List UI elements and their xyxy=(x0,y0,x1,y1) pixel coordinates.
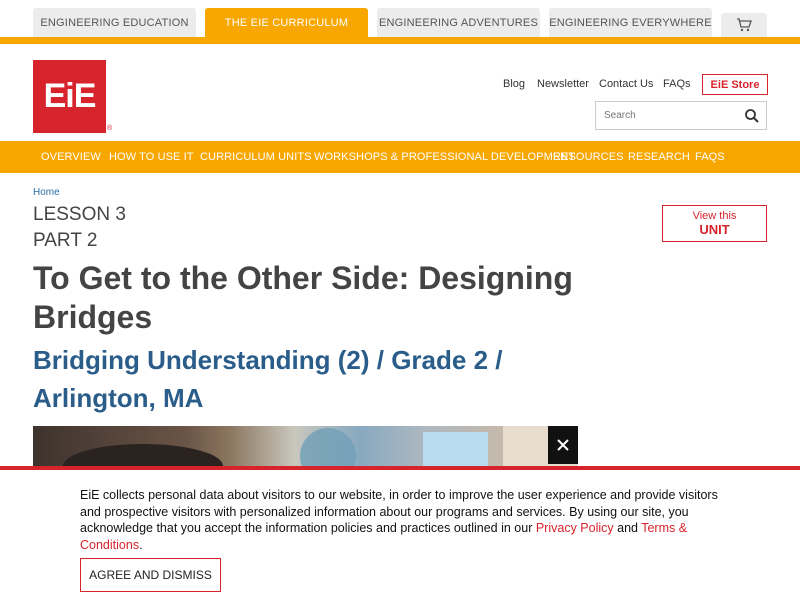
nav-how-to-use-it[interactable]: HOW TO USE IT xyxy=(109,151,194,163)
page-title: To Get to the Other Side: Designing Brid… xyxy=(33,260,573,335)
close-icon xyxy=(557,439,569,451)
nav-research[interactable]: RESEARCH xyxy=(628,151,690,163)
contact-us-link[interactable]: Contact Us xyxy=(599,78,653,90)
search-input[interactable] xyxy=(596,102,736,129)
nav-workshops[interactable]: WORKSHOPS & PROFESSIONAL DEVELOPMENT xyxy=(314,151,575,163)
cookie-period: . xyxy=(139,537,143,552)
classroom-photo xyxy=(63,426,578,470)
video-thumbnail[interactable] xyxy=(33,426,578,470)
top-accent-rule xyxy=(0,37,800,44)
logo-registered-mark: ® xyxy=(107,125,113,132)
video-close-button[interactable] xyxy=(548,426,578,464)
view-unit-line1: View this xyxy=(692,210,737,222)
view-unit-button[interactable]: View this UNIT xyxy=(662,205,767,242)
eie-store-button[interactable]: EiE Store xyxy=(702,74,768,95)
cookie-message: EiE collects personal data about visitor… xyxy=(80,487,720,553)
cookie-and: and xyxy=(613,521,642,535)
tab-engineering-everywhere[interactable]: ENGINEERING EVERYWHERE xyxy=(549,8,712,38)
part-label: PART 2 xyxy=(33,230,98,251)
nav-resources[interactable]: RESOURCES xyxy=(553,151,624,163)
top-tab-bar: ENGINEERING EDUCATION THE EIE CURRICULUM… xyxy=(0,0,800,44)
page-subtitle: Bridging Understanding (2) / Grade 2 / A… xyxy=(33,345,503,413)
tab-eie-curriculum[interactable]: THE EIE CURRICULUM xyxy=(205,8,368,38)
nav-curriculum-units[interactable]: CURRICULUM UNITS xyxy=(200,151,312,163)
view-unit-line2: UNIT xyxy=(699,222,730,237)
privacy-policy-link[interactable]: Privacy Policy xyxy=(536,521,614,535)
lesson-label: LESSON 3 xyxy=(33,204,126,225)
blog-link[interactable]: Blog xyxy=(503,78,525,90)
nav-faqs[interactable]: FAQS xyxy=(695,151,725,163)
cart-icon xyxy=(737,18,752,32)
search-icon[interactable] xyxy=(744,108,760,124)
eie-logo[interactable]: EiE xyxy=(33,60,106,133)
nav-overview[interactable]: OVERVIEW xyxy=(41,151,101,163)
cookie-banner: EiE collects personal data about visitor… xyxy=(0,466,800,600)
main-nav: OVERVIEW HOW TO USE IT CURRICULUM UNITS … xyxy=(0,141,800,173)
newsletter-link[interactable]: Newsletter xyxy=(537,78,589,90)
faqs-link[interactable]: FAQs xyxy=(663,78,691,90)
tab-engineering-adventures[interactable]: ENGINEERING ADVENTURES xyxy=(377,8,540,38)
breadcrumb-home[interactable]: Home xyxy=(33,187,60,198)
search-box xyxy=(595,101,767,130)
tab-engineering-education[interactable]: ENGINEERING EDUCATION xyxy=(33,8,196,38)
cart-button[interactable] xyxy=(721,13,767,37)
agree-dismiss-button[interactable]: AGREE AND DISMISS xyxy=(80,558,221,592)
